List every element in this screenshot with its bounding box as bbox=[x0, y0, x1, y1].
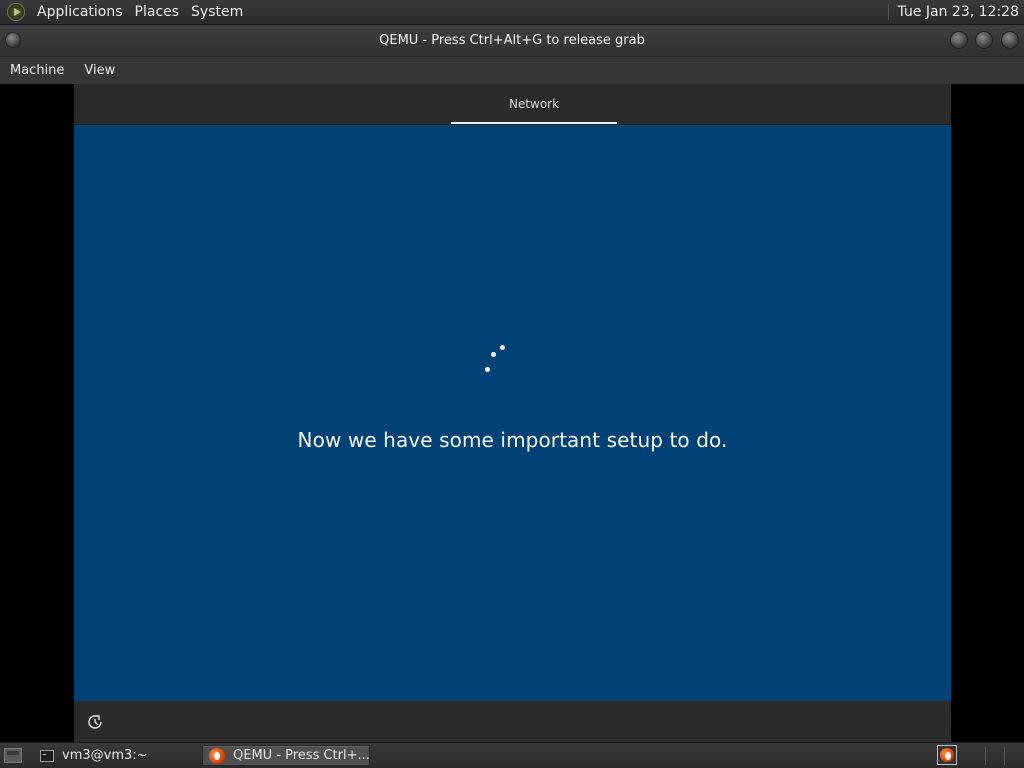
vm-display[interactable]: Network Now we have some important setup… bbox=[0, 84, 1024, 742]
tab-underline bbox=[451, 122, 617, 124]
distro-logo-icon[interactable] bbox=[7, 3, 25, 21]
show-desktop-icon[interactable] bbox=[4, 748, 22, 763]
tray-divider bbox=[985, 747, 986, 765]
tab-network: Network bbox=[451, 84, 617, 124]
minimize-button[interactable] bbox=[950, 31, 968, 49]
menu-applications[interactable]: Applications bbox=[31, 0, 129, 24]
terminal-icon bbox=[40, 749, 54, 762]
ease-of-access-icon[interactable] bbox=[86, 713, 104, 731]
qemu-icon bbox=[940, 748, 954, 762]
setup-footer bbox=[74, 701, 951, 742]
loading-spinner-icon bbox=[482, 341, 506, 373]
tray-qemu-button[interactable] bbox=[937, 745, 957, 765]
menu-system[interactable]: System bbox=[185, 0, 249, 24]
setup-message: Now we have some important setup to do. bbox=[297, 428, 728, 452]
menu-places[interactable]: Places bbox=[129, 0, 186, 24]
setup-header: Network bbox=[74, 84, 951, 125]
taskbar-item-label: vm3@vm3:~ bbox=[62, 748, 148, 763]
window-titlebar[interactable]: QEMU - Press Ctrl+Alt+G to release grab bbox=[0, 25, 1024, 57]
panel-separator bbox=[887, 4, 889, 20]
window-title: QEMU - Press Ctrl+Alt+G to release grab bbox=[379, 33, 645, 48]
menu-view[interactable]: View bbox=[74, 57, 125, 84]
maximize-button[interactable] bbox=[975, 31, 993, 49]
setup-main-panel: Now we have some important setup to do. bbox=[74, 125, 951, 701]
clock[interactable]: Tue Jan 23, 12:28 bbox=[898, 4, 1024, 20]
taskbar-item-terminal[interactable]: vm3@vm3:~ bbox=[34, 745, 198, 766]
spinner-dot bbox=[485, 367, 490, 372]
close-button[interactable] bbox=[1001, 31, 1019, 49]
qemu-menubar: Machine View bbox=[0, 57, 1024, 84]
tab-network-label: Network bbox=[508, 97, 560, 111]
spinner-dot bbox=[500, 345, 505, 350]
qemu-icon bbox=[209, 747, 225, 764]
top-panel: Applications Places System Tue Jan 23, 1… bbox=[0, 0, 1024, 25]
taskbar-item-label: QEMU - Press Ctrl+... bbox=[233, 748, 370, 763]
menu-machine[interactable]: Machine bbox=[0, 57, 74, 84]
window-menu-icon[interactable] bbox=[5, 32, 21, 48]
tray-divider bbox=[1004, 747, 1005, 765]
spinner-dot bbox=[491, 352, 496, 357]
taskbar-item-qemu[interactable]: QEMU - Press Ctrl+... bbox=[202, 745, 370, 766]
taskbar: vm3@vm3:~ QEMU - Press Ctrl+... bbox=[0, 742, 1024, 768]
